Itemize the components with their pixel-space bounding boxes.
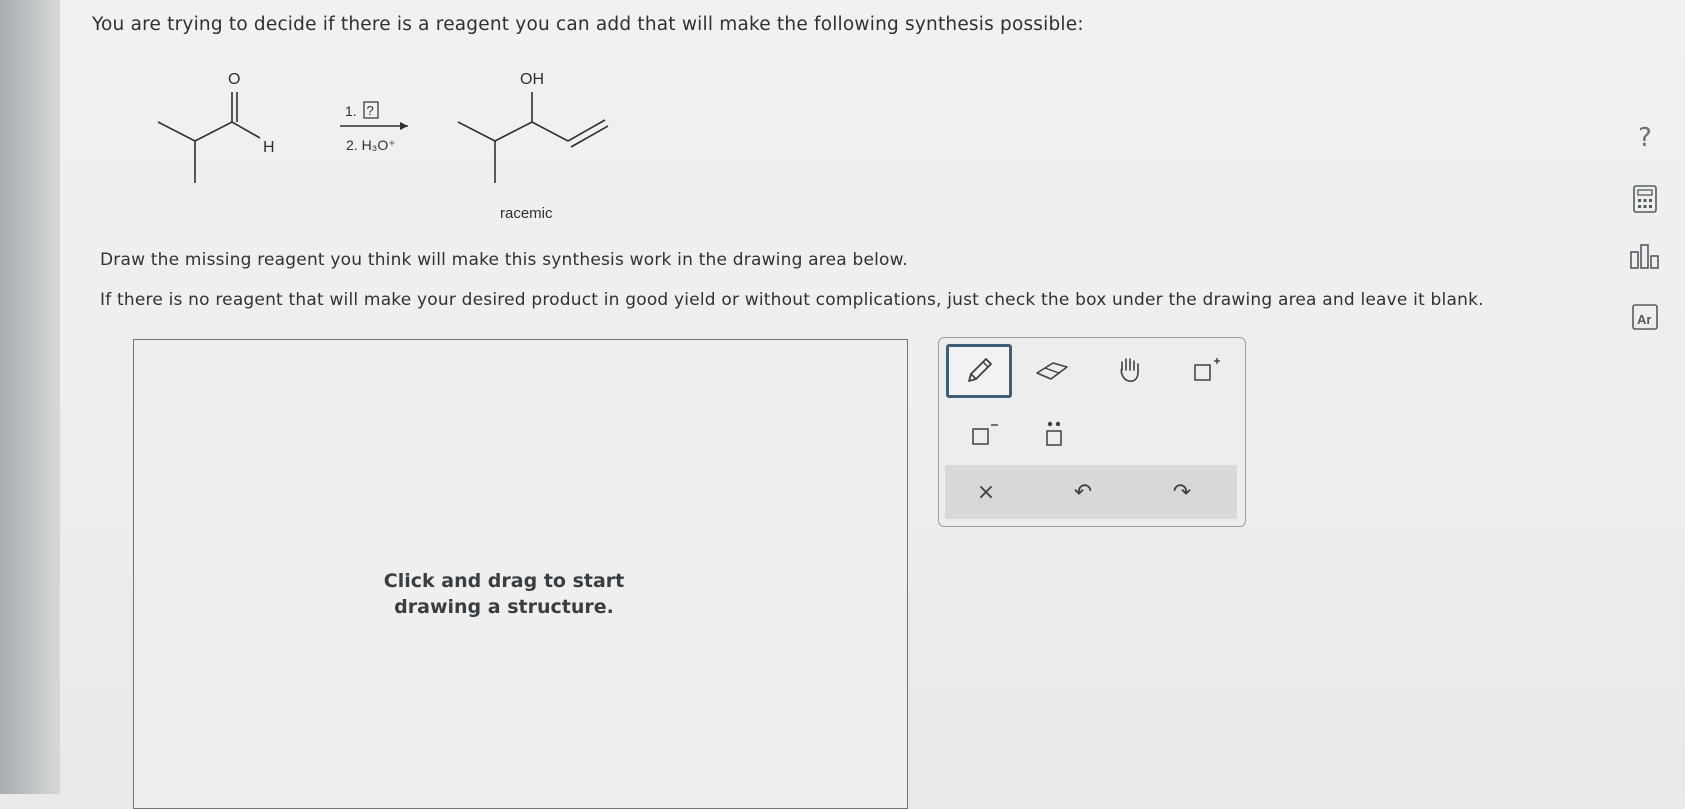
instruction-line-1: Draw the missing reagent you think will … xyxy=(100,250,908,270)
help-button[interactable]: ? xyxy=(1620,118,1670,158)
periodic-table-button[interactable]: Ar xyxy=(1620,300,1670,334)
left-edge-shadow xyxy=(0,0,60,794)
unknown-reagent-box: ? xyxy=(363,101,379,119)
toolbox-actions-bar: × ↶ ↷ xyxy=(945,465,1237,519)
drawing-hint: Click and drag to start drawing a struct… xyxy=(383,570,625,618)
hand-tool-button[interactable] xyxy=(1099,344,1161,396)
periodic-table-label: Ar xyxy=(1637,312,1651,327)
help-icon: ? xyxy=(1638,123,1652,153)
calculator-button[interactable] xyxy=(1620,182,1670,216)
product-oh: OH xyxy=(520,71,544,88)
lone-pair-icon xyxy=(1046,421,1062,446)
product-structure xyxy=(457,92,609,183)
data-button[interactable] xyxy=(1620,240,1670,274)
calculator-icon xyxy=(1633,185,1657,213)
question-text: You are trying to decide if there is a r… xyxy=(92,14,1084,35)
negative-charge-icon xyxy=(972,424,998,445)
pencil-icon xyxy=(968,358,992,382)
instruction-line-2: If there is no reagent that will make yo… xyxy=(100,290,1484,310)
periodic-table-icon: Ar xyxy=(1632,304,1658,330)
clear-button[interactable]: × xyxy=(961,471,1011,513)
pencil-tool-button[interactable] xyxy=(946,344,1012,398)
unknown-reagent-mark: ? xyxy=(367,103,374,118)
eraser-tool-button[interactable] xyxy=(1021,344,1083,396)
product-note: racemic xyxy=(500,205,553,222)
hand-icon xyxy=(1120,358,1139,382)
bar-chart-icon xyxy=(1630,244,1659,269)
negative-charge-tool-button[interactable] xyxy=(953,408,1015,460)
eraser-icon xyxy=(1036,362,1068,380)
redo-button[interactable]: ↷ xyxy=(1157,471,1207,513)
positive-charge-tool-button[interactable] xyxy=(1175,344,1237,396)
lone-pair-tool-button[interactable] xyxy=(1023,408,1085,460)
undo-button[interactable]: ↶ xyxy=(1058,471,1108,513)
reactant-oxygen: O xyxy=(228,71,240,88)
reagent-step2: 2. H₃O⁺ xyxy=(346,137,396,153)
reactant-structure xyxy=(157,92,261,183)
positive-charge-icon xyxy=(1194,358,1220,381)
reaction-scheme: O H 1. ? 2. H₃O⁺ OH racemic xyxy=(150,58,630,233)
drawing-canvas[interactable]: Click and drag to start drawing a struct… xyxy=(133,339,908,809)
reagent-step1: 1. xyxy=(345,103,357,119)
reactant-h: H xyxy=(263,139,275,156)
drawing-toolbox: × ↶ ↷ xyxy=(938,337,1246,527)
